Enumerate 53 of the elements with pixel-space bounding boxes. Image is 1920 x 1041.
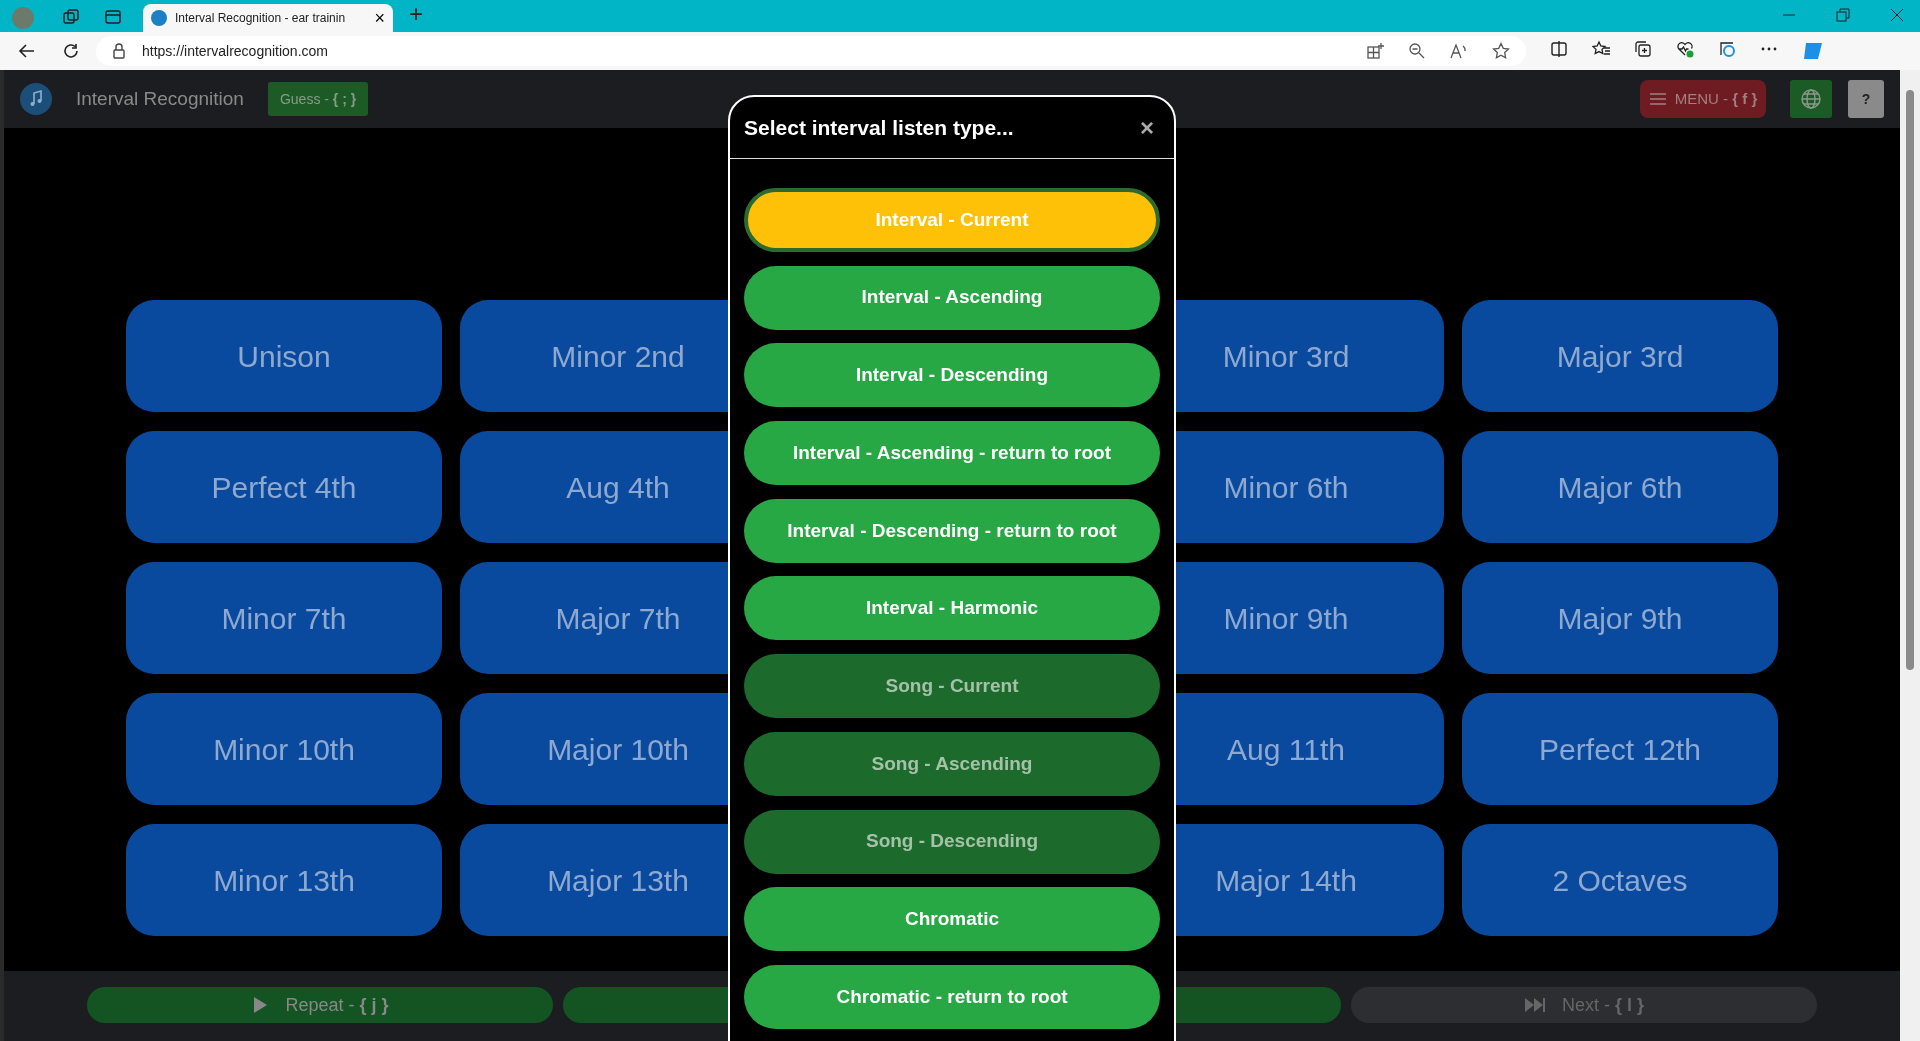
language-button[interactable] — [1790, 80, 1832, 118]
tab-title: Interval Recognition - ear trainin — [175, 10, 347, 27]
tab-close-button[interactable]: × — [374, 9, 385, 27]
listen-type-option[interactable]: Chromatic - return to root — [744, 964, 1160, 1029]
listen-type-option[interactable]: Interval - Descending — [744, 343, 1160, 408]
apps-grid-icon[interactable] — [1366, 42, 1384, 60]
globe-icon — [1800, 88, 1822, 110]
repeat-button[interactable]: Repeat - { j } — [87, 987, 553, 1023]
interval-button[interactable]: Major 9th — [1462, 562, 1778, 674]
workspaces-icon[interactable] — [62, 8, 80, 26]
interval-button[interactable]: Minor 13th — [126, 824, 442, 936]
close-button[interactable]: × — [1134, 114, 1160, 141]
menu-icon — [1648, 90, 1667, 108]
music-logo-icon — [20, 83, 52, 115]
app-title: Interval Recognition — [76, 86, 244, 111]
site-favicon-icon — [151, 10, 167, 26]
read-aloud-icon[interactable] — [1450, 42, 1468, 60]
browser-tab[interactable]: Interval Recognition - ear trainin × — [143, 4, 393, 32]
scrollbar[interactable] — [1900, 70, 1920, 1041]
listen-type-option[interactable]: Interval - Descending - return to root — [744, 498, 1160, 563]
favorites-icon[interactable] — [1592, 40, 1610, 58]
restore-icon[interactable] — [1836, 8, 1850, 22]
interval-button[interactable]: Major 3rd — [1462, 300, 1778, 412]
close-icon[interactable] — [1890, 8, 1904, 22]
back-arrow-icon[interactable] — [18, 42, 36, 60]
listen-type-option[interactable]: Chromatic — [744, 887, 1160, 952]
split-screen-icon[interactable] — [1550, 40, 1568, 58]
listen-type-option[interactable]: Interval - Harmonic — [744, 576, 1160, 641]
collections-icon[interactable] — [1634, 40, 1652, 58]
interval-button[interactable]: Perfect 12th — [1462, 693, 1778, 805]
star-icon[interactable] — [1492, 42, 1510, 60]
listen-type-option[interactable]: Interval - Ascending - return to root — [744, 421, 1160, 486]
menu-button[interactable]: MENU - { f } — [1640, 80, 1766, 118]
interval-button[interactable]: Minor 10th — [126, 693, 442, 805]
dialog-title: Select interval listen type... — [744, 114, 1014, 141]
new-tab-button[interactable]: + — [409, 2, 423, 26]
skip-forward-icon — [1524, 996, 1546, 1014]
interval-button[interactable]: Major 6th — [1462, 431, 1778, 543]
heart-pulse-icon[interactable] — [1676, 40, 1694, 58]
guess-button[interactable]: Guess - { ; } — [267, 82, 369, 116]
tab-actions-icon[interactable] — [104, 8, 122, 26]
interval-button[interactable]: Unison — [126, 300, 442, 412]
interval-button[interactable]: 2 Octaves — [1462, 824, 1778, 936]
zoom-out-icon[interactable] — [1408, 42, 1426, 60]
url-text: https://intervalrecognition.com — [142, 41, 328, 61]
lock-icon — [112, 43, 126, 59]
refresh-icon[interactable] — [62, 42, 80, 60]
interval-button[interactable]: Minor 7th — [126, 562, 442, 674]
help-button[interactable]: ? — [1848, 80, 1884, 118]
interval-button[interactable]: Perfect 4th — [126, 431, 442, 543]
next-button[interactable]: Next - { l } — [1351, 987, 1817, 1023]
address-bar[interactable]: https://intervalrecognition.com — [96, 36, 1526, 66]
listen-type-option[interactable]: Interval - Ascending — [744, 265, 1160, 330]
